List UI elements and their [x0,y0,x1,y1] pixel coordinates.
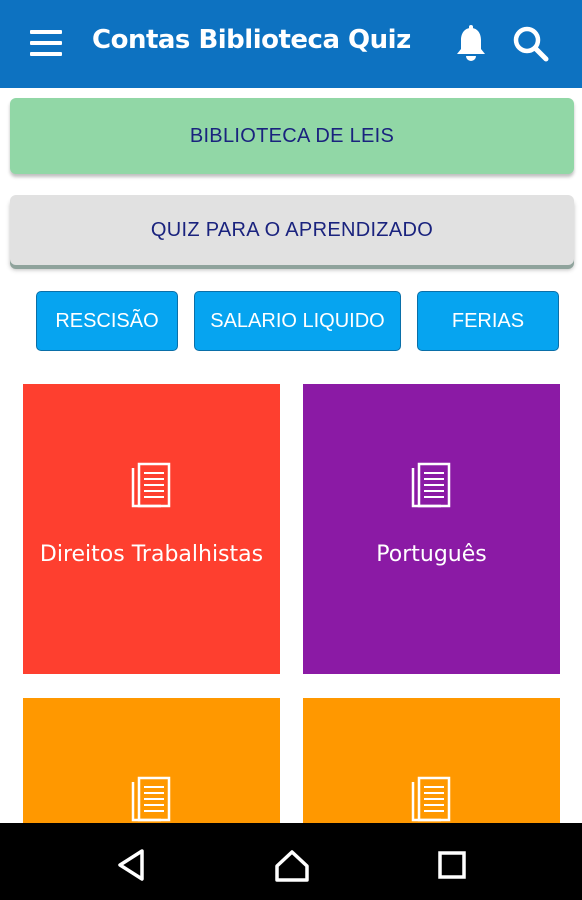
document-icon [411,462,451,508]
menu-icon[interactable] [30,30,62,58]
quiz-button-label: QUIZ PARA O APRENDIZADO [150,218,434,241]
tile-orange-right[interactable] [303,698,560,823]
tile-label: Português [376,542,487,567]
app-title: Contas Biblioteca Quiz [92,25,411,55]
ferias-button[interactable]: FERIAS [417,291,559,351]
bell-icon[interactable] [452,24,490,64]
system-nav-bar [0,823,582,900]
tile-orange-left[interactable] [23,698,280,823]
salario-liquido-label: SALARIO LIQUIDO [210,309,385,332]
library-button[interactable]: BIBLIOTECA DE LEIS [10,98,574,174]
ferias-label: FERIAS [451,309,525,332]
document-icon [131,462,171,508]
home-icon[interactable] [272,845,312,885]
search-icon[interactable] [512,24,550,64]
recent-apps-icon[interactable] [432,845,472,885]
library-button-label: BIBLIOTECA DE LEIS [189,124,395,147]
quiz-button[interactable]: QUIZ PARA O APRENDIZADO [10,195,574,265]
app-bar: Contas Biblioteca Quiz [0,0,582,88]
rescisao-button[interactable]: RESCISÃO [36,291,178,351]
tile-portugues[interactable]: Português [303,384,560,674]
rescisao-label: RESCISÃO [55,309,159,332]
tile-direitos-trabalhistas[interactable]: Direitos Trabalhistas [23,384,280,674]
document-icon [411,776,451,822]
back-icon[interactable] [112,845,152,885]
salario-liquido-button[interactable]: SALARIO LIQUIDO [194,291,401,351]
tile-label: Direitos Trabalhistas [39,542,264,567]
document-icon [131,776,171,822]
